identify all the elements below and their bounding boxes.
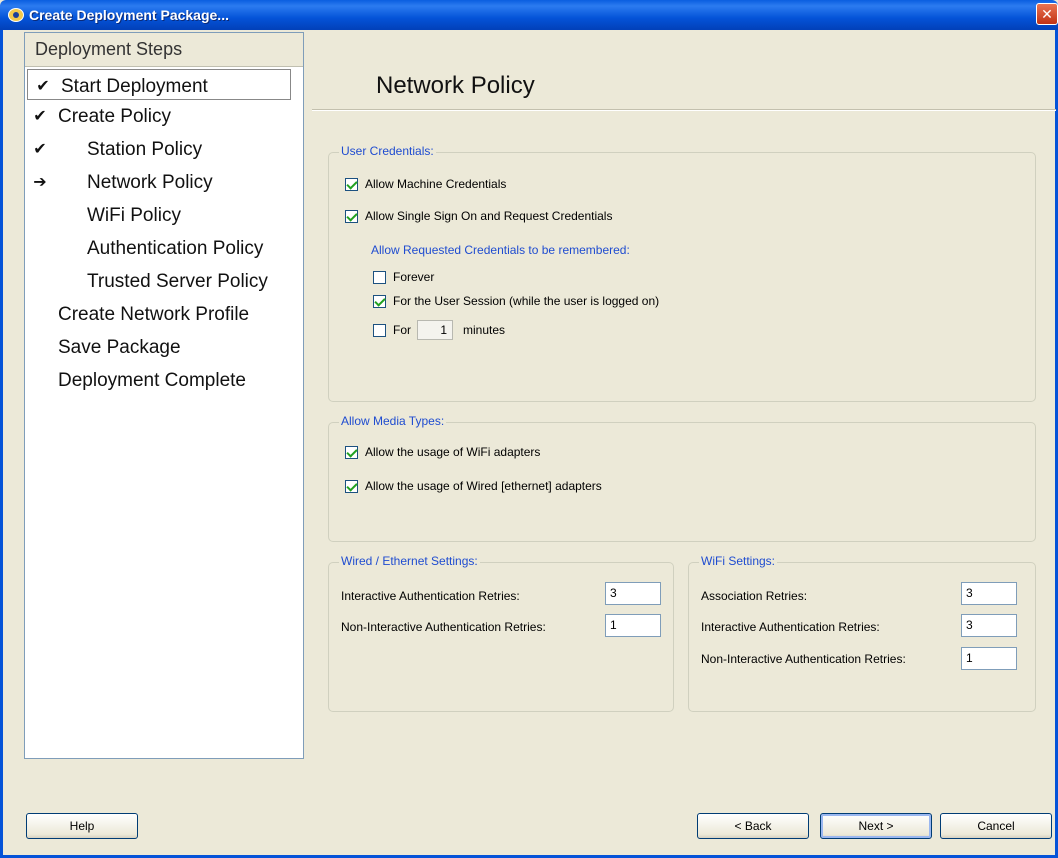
wired-non-interactive-retries-label: Non-Interactive Authentication Retries: bbox=[341, 620, 546, 634]
wired-interactive-retries-label: Interactive Authentication Retries: bbox=[341, 589, 520, 603]
forever-label: Forever bbox=[393, 270, 435, 284]
close-button[interactable]: ✕ bbox=[1036, 3, 1058, 25]
forever-option[interactable]: Forever bbox=[373, 270, 434, 284]
step-item[interactable]: Trusted Server Policy bbox=[25, 265, 303, 298]
step-label: Trusted Server Policy bbox=[87, 271, 268, 292]
allow-machine-credentials-option[interactable]: Allow Machine Credentials bbox=[345, 177, 506, 191]
user-session-option[interactable]: For the User Session (while the user is … bbox=[373, 294, 659, 308]
step-label: Create Network Profile bbox=[58, 304, 250, 325]
step-item[interactable]: Authentication Policy bbox=[25, 232, 303, 265]
allow-sso-checkbox[interactable] bbox=[345, 209, 358, 223]
minutes-input[interactable]: 1 bbox=[417, 320, 453, 340]
step-item[interactable]: Save Package bbox=[25, 331, 303, 364]
media-types-title: Allow Media Types: bbox=[339, 414, 447, 428]
step-item[interactable]: WiFi Policy bbox=[25, 199, 303, 232]
wired-non-interactive-retries-input[interactable]: 1 bbox=[605, 614, 661, 637]
wifi-non-interactive-retries-label: Non-Interactive Authentication Retries: bbox=[701, 652, 906, 666]
wifi-interactive-retries-input[interactable]: 3 bbox=[961, 614, 1017, 637]
back-button[interactable]: < Back bbox=[697, 813, 809, 839]
step-label: WiFi Policy bbox=[87, 205, 181, 226]
app-icon bbox=[8, 8, 24, 22]
wifi-settings-title: WiFi Settings: bbox=[699, 554, 778, 568]
wired-settings-group: Wired / Ethernet Settings: Interactive A… bbox=[328, 554, 674, 712]
wired-interactive-retries-input[interactable]: 3 bbox=[605, 582, 661, 605]
title-bar[interactable]: Create Deployment Package... ✕ bbox=[0, 0, 1058, 30]
allow-wired-checkbox[interactable] bbox=[345, 479, 358, 493]
for-minutes-option[interactable]: For 1 minutes bbox=[373, 320, 505, 340]
for-minutes-checkbox[interactable] bbox=[373, 323, 386, 337]
page-title: Network Policy bbox=[376, 72, 535, 99]
window-title: Create Deployment Package... bbox=[29, 7, 229, 23]
step-item[interactable]: Create Network Profile bbox=[25, 298, 303, 331]
steps-header: Deployment Steps bbox=[25, 33, 303, 67]
user-credentials-group: User Credentials: Allow Machine Credenti… bbox=[328, 144, 1036, 402]
cancel-button[interactable]: Cancel bbox=[940, 813, 1052, 839]
title-divider bbox=[312, 109, 1056, 111]
user-session-label: For the User Session (while the user is … bbox=[393, 294, 660, 308]
steps-list: ✔ Start Deployment ✔ Create Policy ✔ Station … bbox=[25, 69, 303, 397]
step-label: Network Policy bbox=[87, 172, 213, 193]
deployment-steps-panel: Deployment Steps ✔ Start Deployment ✔ Creat… bbox=[24, 32, 304, 759]
forever-checkbox[interactable] bbox=[373, 270, 386, 284]
checkmark-icon: ✔ bbox=[36, 78, 50, 95]
step-label: Save Package bbox=[58, 337, 181, 358]
wifi-non-interactive-retries-input[interactable]: 1 bbox=[961, 647, 1017, 670]
checkmark-icon: ✔ bbox=[33, 141, 47, 158]
step-item[interactable]: ➔ Network Policy bbox=[25, 166, 303, 199]
allow-sso-option[interactable]: Allow Single Sign On and Request Credent… bbox=[345, 209, 612, 223]
step-item[interactable]: Deployment Complete bbox=[25, 364, 303, 397]
step-item[interactable]: ✔ Create Policy bbox=[25, 100, 303, 133]
step-item[interactable]: ✔ Station Policy bbox=[25, 133, 303, 166]
current-step-arrow-icon: ➔ bbox=[33, 174, 47, 191]
step-label: Create Policy bbox=[58, 106, 171, 127]
remember-credentials-heading: Allow Requested Credentials to be rememb… bbox=[371, 243, 630, 257]
wired-settings-title: Wired / Ethernet Settings: bbox=[339, 554, 480, 568]
step-label: Start Deployment bbox=[61, 76, 208, 97]
for-minutes-label: For bbox=[393, 323, 411, 337]
allow-wifi-checkbox[interactable] bbox=[345, 445, 358, 459]
media-types-group: Allow Media Types: Allow the usage of Wi… bbox=[328, 414, 1036, 542]
step-label: Deployment Complete bbox=[58, 370, 246, 391]
allow-machine-credentials-checkbox[interactable] bbox=[345, 177, 358, 191]
next-button[interactable]: Next > bbox=[820, 813, 932, 839]
user-credentials-title: User Credentials: bbox=[339, 144, 436, 158]
user-session-checkbox[interactable] bbox=[373, 294, 386, 308]
checkmark-icon: ✔ bbox=[33, 108, 47, 125]
step-item[interactable]: ✔ Start Deployment bbox=[27, 69, 291, 100]
step-label: Authentication Policy bbox=[87, 238, 264, 259]
step-label: Station Policy bbox=[87, 139, 203, 160]
wifi-association-retries-input[interactable]: 3 bbox=[961, 582, 1017, 605]
allow-wifi-label: Allow the usage of WiFi adapters bbox=[365, 445, 541, 459]
minutes-unit-label: minutes bbox=[463, 323, 506, 337]
allow-wifi-option[interactable]: Allow the usage of WiFi adapters bbox=[345, 445, 540, 459]
allow-sso-label: Allow Single Sign On and Request Credent… bbox=[365, 209, 613, 223]
wifi-interactive-retries-label: Interactive Authentication Retries: bbox=[701, 620, 880, 634]
allow-wired-label: Allow the usage of Wired [ethernet] adap… bbox=[365, 479, 602, 493]
help-button[interactable]: Help bbox=[26, 813, 138, 839]
wifi-settings-group: WiFi Settings: Association Retries: 3 In… bbox=[688, 554, 1036, 712]
allow-wired-option[interactable]: Allow the usage of Wired [ethernet] adap… bbox=[345, 479, 602, 493]
wifi-association-retries-label: Association Retries: bbox=[701, 589, 808, 603]
allow-machine-credentials-label: Allow Machine Credentials bbox=[365, 177, 507, 191]
